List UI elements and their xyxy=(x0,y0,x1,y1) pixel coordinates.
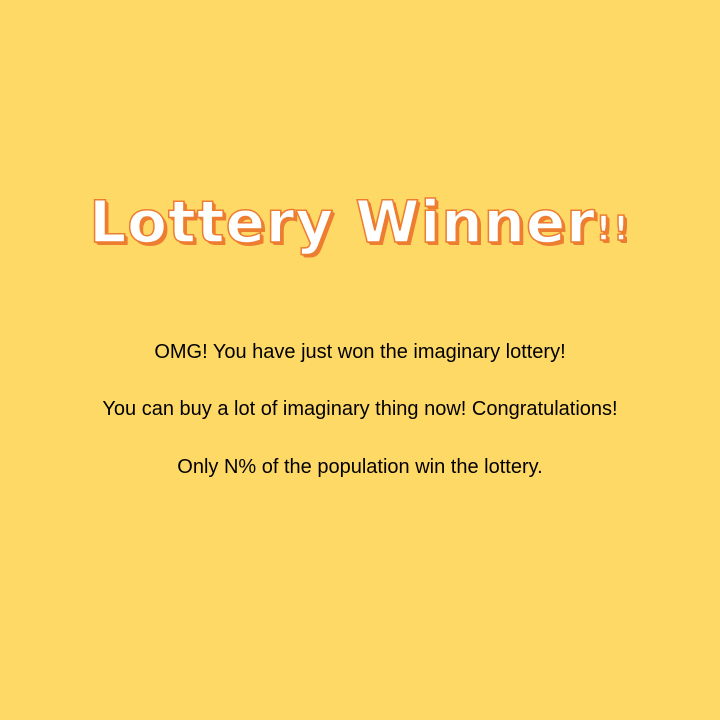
page-title: Lottery Winner!! xyxy=(0,187,720,257)
title-text: Lottery Winner xyxy=(88,187,596,257)
message-line-1: OMG! You have just won the imaginary lot… xyxy=(154,341,566,363)
message-line-2: You can buy a lot of imaginary thing now… xyxy=(102,398,618,420)
title-exclamation: !! xyxy=(595,208,631,250)
slide: Lottery Winner!! OMG! You have just won … xyxy=(0,0,720,720)
message-line-3: Only N% of the population win the lotter… xyxy=(177,456,543,478)
